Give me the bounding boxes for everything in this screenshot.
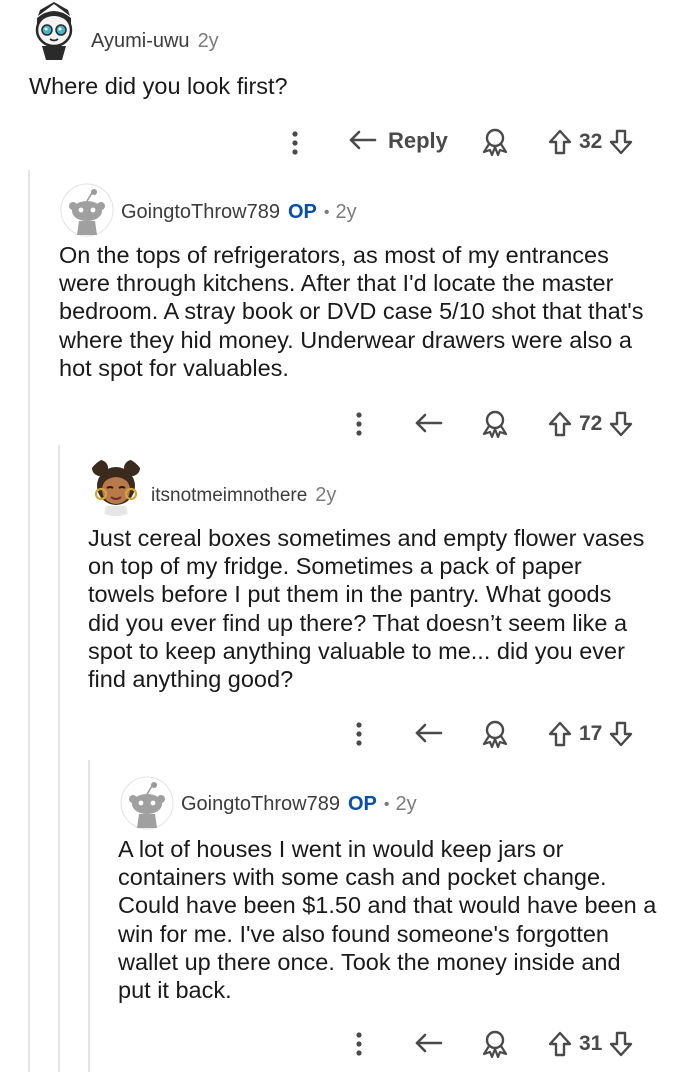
character-avatar-icon — [87, 457, 145, 516]
reply-button[interactable] — [414, 1031, 444, 1057]
vote-count: 17 — [579, 722, 603, 745]
upvote-arrow-icon[interactable] — [547, 720, 573, 748]
award-icon — [482, 410, 508, 438]
more-options-button[interactable] — [347, 1031, 371, 1057]
comment-age: 2y — [395, 793, 417, 815]
vote-count: 32 — [579, 130, 603, 153]
upvote-arrow-icon[interactable] — [547, 410, 573, 438]
avatar[interactable] — [24, 2, 84, 62]
more-options-button[interactable] — [347, 721, 371, 747]
thread-line-level-1[interactable] — [28, 170, 30, 1072]
comment-age: 2y — [315, 484, 337, 506]
reply-arrow-icon — [415, 1033, 443, 1053]
more-options-icon — [356, 1032, 362, 1056]
comment-body: Just cereal boxes sometimes and empty fl… — [88, 525, 645, 693]
op-badge: OP — [347, 793, 377, 815]
award-button[interactable] — [480, 128, 510, 156]
reply-button[interactable]: Reply — [348, 128, 448, 154]
op-badge: OP — [287, 201, 317, 223]
comment-body: A lot of houses I went in would keep jar… — [118, 836, 657, 1004]
comment-meta: GoingtoThrow789 OP • 2y — [121, 201, 357, 224]
vote-controls: 32 — [547, 128, 634, 156]
comment-actions: 17 — [0, 712, 700, 756]
avatar[interactable] — [86, 456, 146, 516]
username[interactable]: itsnotmeimnothere — [151, 485, 307, 507]
comment-actions: 31 — [0, 1022, 700, 1066]
award-icon — [482, 720, 508, 748]
award-button[interactable] — [480, 1030, 510, 1058]
more-options-button[interactable] — [283, 130, 307, 156]
vote-controls: 31 — [547, 1030, 634, 1058]
award-button[interactable] — [480, 720, 510, 748]
award-icon — [482, 128, 508, 156]
comment-meta: itsnotmeimnothere 2y — [151, 484, 336, 507]
snoo-avatar-icon — [60, 183, 114, 237]
separator-dot: • — [383, 795, 390, 813]
comment-meta: Ayumi-uwu 2y — [91, 30, 219, 53]
username[interactable]: GoingtoThrow789 — [121, 201, 280, 224]
comment-actions: 72 — [0, 402, 700, 446]
downvote-arrow-icon[interactable] — [608, 410, 634, 438]
reply-button[interactable] — [414, 411, 444, 437]
username[interactable]: GoingtoThrow789 — [181, 793, 340, 816]
comment-age: 2y — [197, 30, 219, 52]
upvote-arrow-icon[interactable] — [547, 128, 573, 156]
comment-meta: GoingtoThrow789 OP • 2y — [181, 793, 417, 816]
avatar[interactable] — [60, 183, 114, 237]
comment-body: On the tops of refrigerators, as most of… — [59, 242, 644, 381]
award-button[interactable] — [480, 410, 510, 438]
more-options-button[interactable] — [347, 411, 371, 437]
reply-button[interactable] — [414, 721, 444, 747]
avatar[interactable] — [120, 776, 174, 830]
more-options-icon — [356, 722, 362, 746]
downvote-arrow-icon[interactable] — [608, 128, 634, 156]
reply-arrow-icon — [349, 130, 377, 150]
separator-dot: • — [323, 203, 330, 221]
upvote-arrow-icon[interactable] — [547, 1030, 573, 1058]
reply-arrow-icon — [415, 723, 443, 743]
more-options-icon — [292, 131, 298, 155]
downvote-arrow-icon[interactable] — [608, 720, 634, 748]
downvote-arrow-icon[interactable] — [608, 1030, 634, 1058]
vote-count: 72 — [579, 412, 603, 435]
comment-age: 2y — [335, 201, 357, 223]
comment-actions: Reply 32 — [0, 120, 700, 164]
anime-avatar-icon — [25, 2, 84, 61]
snoo-avatar-icon — [120, 776, 174, 830]
thread-line-level-2[interactable] — [58, 445, 60, 1072]
vote-controls: 17 — [547, 720, 634, 748]
award-icon — [482, 1030, 508, 1058]
vote-controls: 72 — [547, 410, 634, 438]
reply-arrow-icon — [415, 413, 443, 433]
more-options-icon — [356, 412, 362, 436]
vote-count: 31 — [579, 1032, 603, 1055]
username[interactable]: Ayumi-uwu — [91, 30, 190, 53]
reply-label: Reply — [388, 128, 448, 153]
comment-body: Where did you look first? — [29, 73, 288, 99]
